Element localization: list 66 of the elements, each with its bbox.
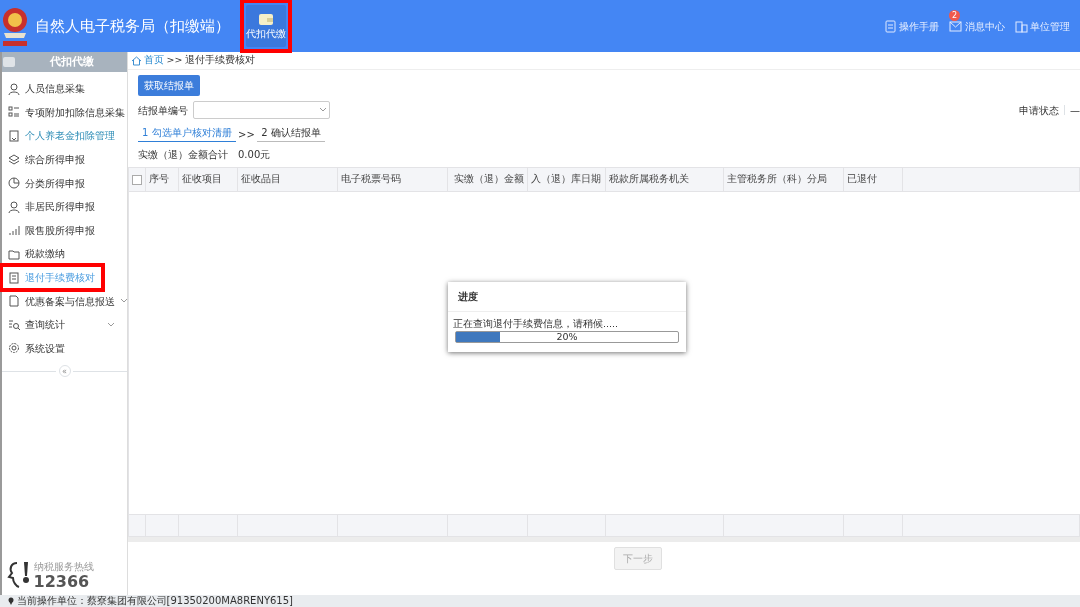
list-icon xyxy=(8,106,20,119)
column-header: 已退付 xyxy=(843,167,903,192)
hotline-number: 12366 xyxy=(33,574,91,590)
sidebar-item[interactable]: 查询统计 xyxy=(2,312,127,337)
mail-icon xyxy=(949,19,962,33)
fetch-button[interactable]: 获取结报单 xyxy=(138,75,200,96)
document-icon xyxy=(8,295,20,308)
sidebar-item[interactable]: 系统设置 xyxy=(2,336,127,361)
layers-icon xyxy=(8,153,20,166)
building-icon xyxy=(1014,19,1028,33)
person-icon xyxy=(8,200,20,213)
status-value: — xyxy=(1070,103,1080,118)
notification-badge: 2 xyxy=(949,9,961,21)
progress-reading: 20% xyxy=(555,332,579,343)
pin-icon xyxy=(8,597,14,605)
field-label: 结报单编号 xyxy=(138,103,188,118)
folder-icon xyxy=(8,247,20,260)
status-label: 申请状态 xyxy=(1019,103,1059,118)
person-icon xyxy=(8,82,20,95)
dialog-title: 进度 xyxy=(448,282,686,312)
sidebar-item[interactable]: 优惠备案与信息报送 xyxy=(2,289,127,313)
total-label: 实缴（退）金额合计 xyxy=(138,148,228,162)
breadcrumb-text: 退付手续费核对 xyxy=(184,53,255,68)
select-field[interactable] xyxy=(193,101,330,119)
column-header: 征收品目 xyxy=(237,167,338,192)
total-value: 0.00元 xyxy=(238,148,271,162)
sidebar-item[interactable]: 个人养老金扣除管理 xyxy=(2,124,127,148)
column-header: 入（退）库日期 xyxy=(527,167,606,192)
module-tab[interactable]: 代扣代缴 xyxy=(246,5,286,47)
chevron-down-icon xyxy=(318,107,327,113)
app-title: 自然人电子税务局（扣缴端） xyxy=(35,15,230,37)
pie-chart-icon xyxy=(8,177,20,190)
step-tab[interactable]: 1 勾选单户核对清册 xyxy=(138,124,236,142)
step-tab[interactable]: 2 确认结报单 xyxy=(257,124,325,142)
chevron-down-icon xyxy=(107,321,115,328)
sidebar-item[interactable]: 限售股所得申报 xyxy=(2,218,127,243)
sidebar-item[interactable]: 专项附加扣除信息采集 xyxy=(2,100,127,125)
scrollbar[interactable] xyxy=(128,537,1080,542)
chevron-down-icon xyxy=(120,298,128,305)
sidebar-item[interactable]: 非居民所得申报 xyxy=(2,194,127,219)
step-separator: >> xyxy=(238,128,255,142)
breadcrumb-link[interactable]: 首页 xyxy=(144,53,164,68)
sidebar-title: 代扣代缴 xyxy=(49,53,94,70)
sidebar-item[interactable]: 税款缴纳 xyxy=(2,242,127,266)
column-header: 主管税务所（科）分局 xyxy=(723,167,844,192)
breadcrumb-text: >> xyxy=(166,53,183,68)
hotline-caption: 纳税服务热线 xyxy=(33,560,94,574)
wallet-icon xyxy=(258,11,274,26)
home-icon xyxy=(130,55,142,66)
column-header: 序号 xyxy=(145,167,179,192)
dialog-message: 正在查询退付手续费信息，请稍候..... xyxy=(452,317,620,331)
gear-icon xyxy=(8,342,20,355)
search-icon xyxy=(8,318,20,331)
card-icon xyxy=(8,130,20,142)
sidebar-item[interactable]: 综合所得申报 xyxy=(2,147,127,172)
column-header: 实缴（退）金额 xyxy=(447,167,528,192)
sidebar-item[interactable]: 分类所得申报 xyxy=(2,171,127,195)
bar-chart-icon xyxy=(8,224,20,237)
document-icon xyxy=(883,19,897,33)
status-text: 当前操作单位：蔡寮集团有限公司[91350200MA8RENY615] xyxy=(16,595,293,607)
sidebar-item[interactable]: 人员信息采集 xyxy=(2,77,127,101)
column-header: 税款所属税务机关 xyxy=(605,167,724,192)
select-all-checkbox[interactable] xyxy=(132,174,142,185)
column-header: 电子税票号码 xyxy=(337,167,448,192)
column-header: 征收项目 xyxy=(178,167,238,192)
receipt-icon xyxy=(8,271,20,284)
